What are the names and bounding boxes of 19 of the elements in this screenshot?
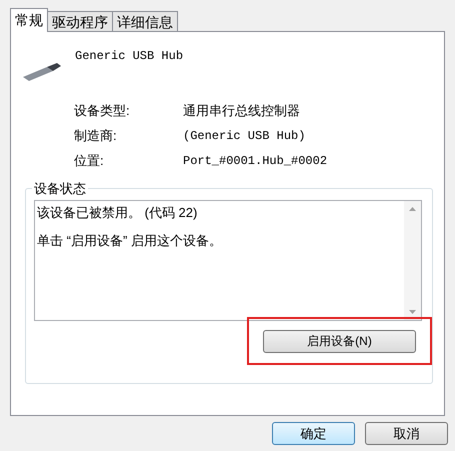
- property-value: 通用串行总线控制器: [183, 102, 300, 120]
- property-value: (Generic USB Hub): [183, 128, 306, 144]
- device-name: Generic USB Hub: [75, 48, 184, 65]
- dialog-button[interactable]: 取消: [365, 422, 448, 445]
- tab[interactable]: 驱动程序: [47, 11, 113, 31]
- status-text: 该设备已被禁用。 (代码 22): [37, 204, 198, 222]
- tab[interactable]: 常规: [10, 8, 48, 32]
- enable-device-button[interactable]: 启用设备(N): [263, 330, 416, 352]
- property-label: 位置:: [74, 152, 105, 170]
- property-label: 制造商:: [74, 126, 118, 145]
- usb-plug-icon: [21, 61, 63, 83]
- scroll-down-icon[interactable]: [409, 310, 416, 314]
- status-text: 单击 “启用设备” 启用这个设备。: [37, 232, 223, 250]
- property-label: 设备类型:: [74, 102, 131, 120]
- dialog-button[interactable]: 确定: [272, 422, 355, 445]
- tab[interactable]: 详细信息: [112, 11, 178, 31]
- scroll-up-icon[interactable]: [409, 207, 416, 211]
- property-value: Port_#0001.Hub_#0002: [183, 152, 328, 170]
- scrollbar[interactable]: [404, 201, 421, 320]
